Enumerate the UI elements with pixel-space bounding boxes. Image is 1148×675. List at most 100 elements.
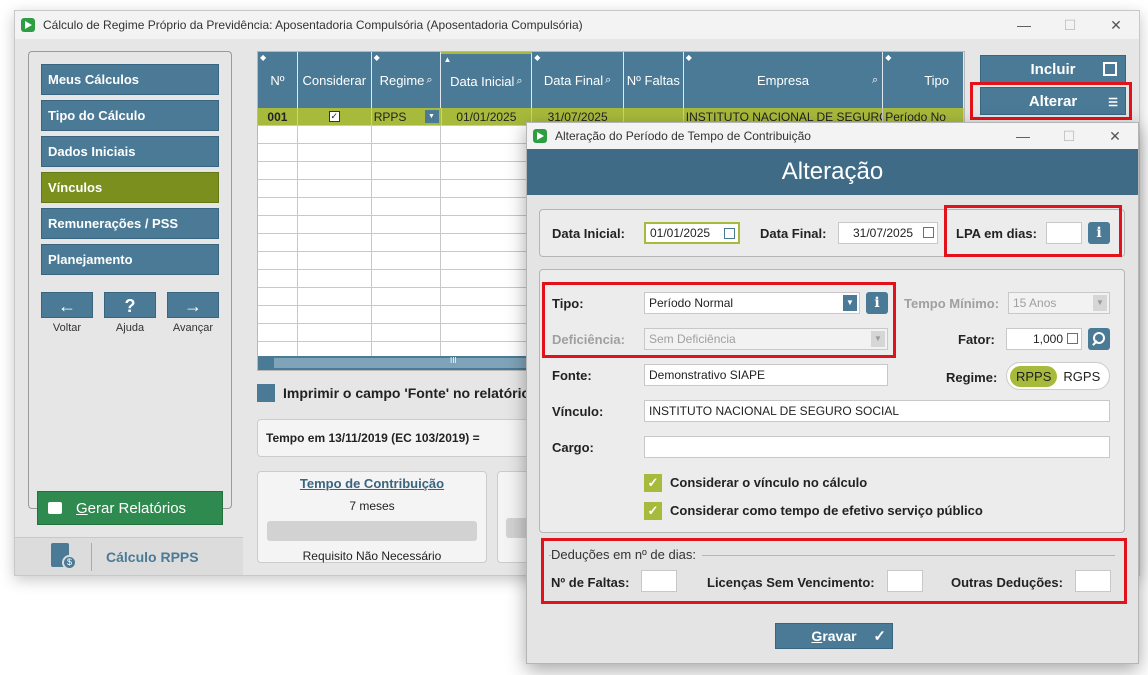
considerar-vinculo-label: Considerar o vínculo no cálculo bbox=[670, 475, 868, 490]
module-footer: $ Cálculo RPPS bbox=[15, 537, 243, 575]
empty-cell bbox=[441, 162, 533, 179]
calendar-icon[interactable] bbox=[724, 228, 735, 239]
chevron-down-icon[interactable]: ▼ bbox=[424, 110, 439, 123]
table-header: ◆ Nº Considerar ◆ Regime ⌕ ▲ Data Inicial ⌕ ◆… bbox=[258, 52, 964, 108]
empty-cell bbox=[441, 234, 533, 251]
search-icon: ⌕ bbox=[605, 73, 612, 86]
empty-cell bbox=[258, 288, 298, 305]
empty-cell bbox=[258, 180, 298, 197]
regime-toggle[interactable]: RPPS RGPS bbox=[1006, 362, 1111, 390]
dialog-maximize-button[interactable]: ☐ bbox=[1046, 128, 1092, 145]
dialog-title: Alteração do Período de Tempo de Contrib… bbox=[555, 129, 811, 143]
contribution-progress-bar bbox=[267, 521, 477, 541]
column-header-faltas[interactable]: Nº Faltas bbox=[624, 52, 684, 108]
maximize-button[interactable]: ☐ bbox=[1047, 17, 1093, 34]
considerar-vinculo-checkbox[interactable]: ✓ bbox=[644, 474, 662, 492]
dialog-minimize-button[interactable]: — bbox=[1000, 128, 1046, 144]
empty-cell bbox=[372, 162, 442, 179]
empty-cell bbox=[441, 252, 533, 269]
column-header-tipo[interactable]: ◆ Tipo bbox=[883, 52, 964, 108]
calculator-icon[interactable] bbox=[1067, 333, 1078, 344]
fonte-label: Fonte: bbox=[552, 368, 592, 383]
empty-cell bbox=[258, 198, 298, 215]
column-header-data-final[interactable]: ◆ Data Final ⌕ bbox=[532, 52, 624, 108]
column-header-considerar[interactable]: Considerar bbox=[298, 52, 372, 108]
empty-cell bbox=[372, 306, 442, 323]
fator-input[interactable]: 1,000 bbox=[1006, 328, 1082, 350]
calculator-coin-icon: $ bbox=[51, 542, 77, 571]
print-fonte-option[interactable]: Imprimir o campo 'Fonte' no relatório d bbox=[257, 384, 542, 402]
cargo-input[interactable] bbox=[644, 436, 1110, 458]
cell-regime[interactable]: RPPS ▼ bbox=[372, 108, 442, 125]
forward-label: Avançar bbox=[172, 322, 214, 334]
print-fonte-checkbox[interactable] bbox=[257, 384, 275, 402]
column-header-regime[interactable]: ◆ Regime ⌕ bbox=[372, 52, 442, 108]
considerar-checkbox[interactable]: ✓ bbox=[328, 111, 340, 122]
app-logo-icon bbox=[21, 18, 35, 32]
fator-search-button[interactable] bbox=[1088, 328, 1110, 350]
data-final-input[interactable]: 31/07/2025 bbox=[838, 222, 938, 244]
search-icon: ⌕ bbox=[516, 74, 523, 87]
fonte-input[interactable]: Demonstrativo SIAPE bbox=[644, 364, 888, 386]
empty-cell bbox=[298, 252, 372, 269]
sidebar-item-remuneracoes-pss[interactable]: Remunerações / PSS bbox=[41, 208, 219, 239]
dialog-header: Alteração bbox=[527, 149, 1138, 195]
forward-button[interactable]: → bbox=[167, 292, 219, 318]
help-button[interactable]: ? bbox=[104, 292, 156, 318]
calendar-icon[interactable] bbox=[923, 227, 934, 238]
column-header-num[interactable]: ◆ Nº bbox=[258, 52, 298, 108]
generate-reports-label: Gerar Relatórios bbox=[76, 499, 187, 517]
regime-option-rgps[interactable]: RGPS bbox=[1057, 366, 1106, 387]
back-label: Voltar bbox=[52, 322, 82, 334]
sidebar-item-planejamento[interactable]: Planejamento bbox=[41, 244, 219, 275]
empty-cell bbox=[298, 306, 372, 323]
annotation-frame-alterar bbox=[970, 82, 1132, 120]
contribution-title[interactable]: Tempo de Contribuição bbox=[258, 476, 486, 491]
empty-cell bbox=[298, 324, 372, 341]
gravar-button[interactable]: Gravar ✓ bbox=[775, 623, 893, 649]
minimize-button[interactable]: — bbox=[1001, 17, 1047, 33]
tempo-minimo-label: Tempo Mínimo: bbox=[904, 296, 1000, 311]
sidebar-item-meus-calculos[interactable]: Meus Cálculos bbox=[41, 64, 219, 95]
search-icon: ⌕ bbox=[872, 73, 879, 86]
sidebar-item-dados-iniciais[interactable]: Dados Iniciais bbox=[41, 136, 219, 167]
divider bbox=[91, 542, 92, 571]
chevron-down-icon: ▼ bbox=[1093, 295, 1107, 311]
cell-data-inicial: 01/01/2025 bbox=[442, 108, 533, 125]
incluir-button[interactable]: Incluir bbox=[980, 55, 1126, 83]
empty-cell bbox=[441, 324, 533, 341]
regime-option-rpps[interactable]: RPPS bbox=[1010, 365, 1058, 387]
contribution-value: 7 meses bbox=[349, 499, 395, 513]
contribution-card: Tempo de Contribuição 7 meses Requisito … bbox=[257, 471, 487, 563]
generate-reports-button[interactable]: Gerar Relatórios bbox=[37, 491, 223, 525]
module-label: Cálculo RPPS bbox=[106, 548, 199, 565]
empty-cell bbox=[298, 162, 372, 179]
empty-cell bbox=[441, 270, 533, 287]
data-final-label: Data Final: bbox=[760, 226, 827, 241]
titlebar: Cálculo de Regime Próprio da Previdência… bbox=[15, 11, 1139, 39]
cell-considerar[interactable]: ✓ bbox=[298, 108, 372, 125]
back-button[interactable]: ← bbox=[41, 292, 93, 318]
contribution-footer: Requisito Não Necessário bbox=[302, 549, 442, 563]
cell-num: 001 bbox=[258, 108, 298, 125]
sidebar: Meus Cálculos Tipo do Cálculo Dados Inic… bbox=[28, 51, 232, 509]
search-icon: ⌕ bbox=[426, 73, 433, 86]
empty-cell bbox=[372, 144, 442, 161]
sidebar-item-tipo-do-calculo[interactable]: Tipo do Cálculo bbox=[41, 100, 219, 131]
empty-cell bbox=[372, 270, 442, 287]
sidebar-item-vinculos[interactable]: Vínculos bbox=[41, 172, 219, 203]
empty-cell bbox=[372, 126, 442, 143]
dialog-close-button[interactable]: ✕ bbox=[1092, 128, 1138, 145]
empty-cell bbox=[372, 180, 442, 197]
vinculo-input[interactable]: INSTITUTO NACIONAL DE SEGURO SOCIAL bbox=[644, 400, 1110, 422]
empty-cell bbox=[298, 288, 372, 305]
tempo-efetivo-checkbox[interactable]: ✓ bbox=[644, 502, 662, 520]
window-title: Cálculo de Regime Próprio da Previdência… bbox=[43, 18, 583, 32]
empty-cell bbox=[258, 216, 298, 233]
column-header-empresa[interactable]: ◆ Empresa ⌕ bbox=[684, 52, 884, 108]
column-header-data-inicial[interactable]: ▲ Data Inicial ⌕ bbox=[441, 52, 533, 108]
empty-cell bbox=[441, 126, 533, 143]
data-inicial-input[interactable]: 01/01/2025 bbox=[644, 222, 740, 244]
empty-cell bbox=[372, 288, 442, 305]
close-button[interactable]: ✕ bbox=[1093, 17, 1139, 34]
